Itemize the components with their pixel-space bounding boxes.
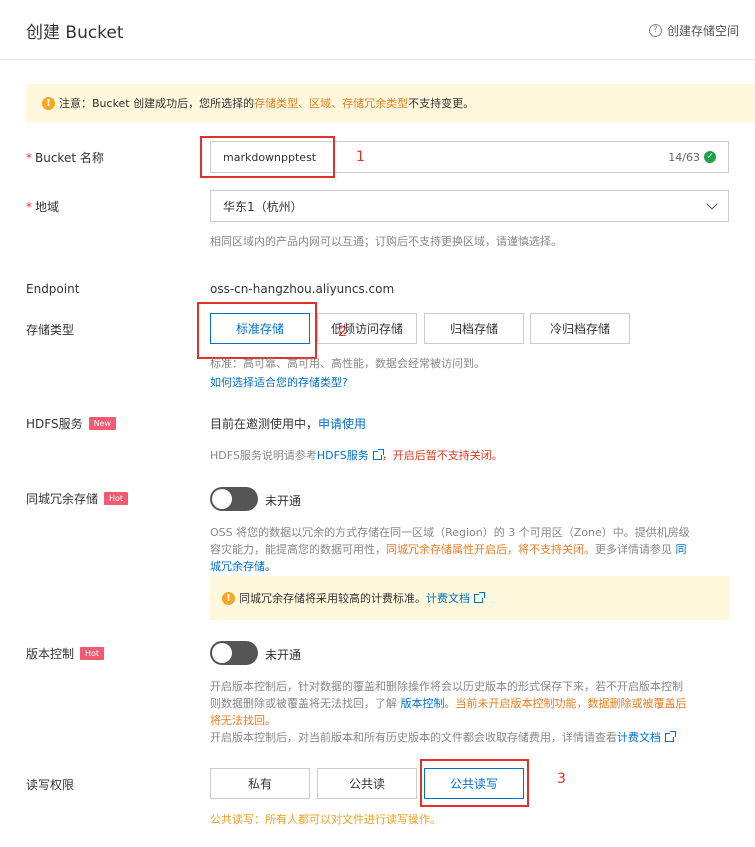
hdfs-doc-link[interactable]: HDFS服务 bbox=[317, 449, 369, 462]
zrs-billing-link[interactable]: 计费文档 bbox=[426, 590, 470, 606]
new-badge: New bbox=[88, 417, 117, 430]
external-link-icon bbox=[372, 449, 384, 460]
storage-option-archive[interactable]: 归档存储 bbox=[424, 313, 524, 344]
notice-highlight-storage-type: 存储类型 bbox=[254, 97, 299, 110]
toggle-knob bbox=[212, 489, 232, 509]
endpoint-label: Endpoint bbox=[26, 282, 80, 296]
zrs-billing-notice: ! 同城冗余存储将采用较高的计费标准。 计费文档 bbox=[210, 576, 729, 620]
hot-badge: Hot bbox=[104, 492, 129, 505]
zrs-label-row: 同城冗余存储 Hot bbox=[26, 490, 129, 507]
bucket-name-label: * Bucket 名称 bbox=[26, 151, 104, 165]
acl-hint: 公共读写：所有人都可以对文件进行读写操作。 bbox=[210, 813, 441, 826]
notice-sep2: 、 bbox=[331, 97, 343, 110]
acl-option-private[interactable]: 私有 bbox=[210, 768, 310, 799]
warning-icon: ! bbox=[42, 96, 55, 110]
zrs-description: OSS 将您的数据以冗余的方式存储在同一区域（Region）的 3 个可用区（Z… bbox=[210, 524, 740, 575]
versioning-label: 版本控制 bbox=[26, 647, 75, 661]
versioning-doc-link[interactable]: 版本控制 bbox=[401, 697, 445, 710]
create-bucket-help-link[interactable]: ? 创建存储空间 bbox=[648, 22, 739, 39]
annotation-number-3: 3 bbox=[557, 771, 566, 787]
hdfs-label: HDFS服务 bbox=[26, 417, 83, 431]
notice-suffix: 不支持变更。 bbox=[408, 97, 475, 110]
region-hint: 相同区域内的产品内网可以互通；订购后不支持更换区域，请谨慎选择。 bbox=[210, 235, 562, 248]
versioning-toggle[interactable] bbox=[210, 641, 258, 665]
zrs-toggle[interactable] bbox=[210, 487, 258, 511]
notice-highlight-redundancy: 存储冗余类型 bbox=[342, 97, 409, 110]
page-title: 创建 Bucket bbox=[26, 23, 124, 43]
acl-label: 读写权限 bbox=[26, 778, 75, 792]
endpoint-value: oss-cn-hangzhou.aliyuncs.com bbox=[210, 282, 395, 296]
notice-banner: ! 注意：Bucket 创建成功后，您所选择的 存储类型 、 区域 、 存储冗余… bbox=[26, 84, 755, 122]
hot-badge: Hot bbox=[80, 647, 105, 660]
external-link-icon bbox=[474, 591, 485, 603]
storage-type-hint: 标准：高可靠、高可用、高性能，数据会经常被访问到。 bbox=[210, 357, 485, 370]
chevron-down-icon bbox=[706, 198, 718, 210]
storage-type-label: 存储类型 bbox=[26, 323, 75, 337]
annotation-box-2 bbox=[197, 302, 317, 359]
toggle-knob bbox=[212, 643, 232, 663]
warning-icon: ! bbox=[222, 591, 235, 605]
check-icon: ✓ bbox=[704, 151, 716, 163]
zrs-toggle-label: 未开通 bbox=[265, 494, 302, 508]
notice-sep1: 、 bbox=[298, 97, 310, 110]
hdfs-status: 目前在邀测使用中，申请使用 bbox=[210, 417, 367, 431]
annotation-box-1 bbox=[200, 136, 335, 178]
region-value: 华东1（杭州） bbox=[223, 199, 303, 214]
help-icon: ? bbox=[648, 24, 662, 37]
hdfs-apply-link[interactable]: 申请使用 bbox=[318, 417, 366, 431]
hdfs-label-row: HDFS服务 New bbox=[26, 415, 117, 432]
external-link-icon bbox=[665, 731, 676, 742]
versioning-billing-link[interactable]: 计费文档 bbox=[617, 731, 661, 744]
annotation-number-1: 1 bbox=[356, 149, 365, 165]
zrs-doc-link[interactable]: 同 bbox=[676, 543, 687, 556]
zrs-label: 同城冗余存储 bbox=[26, 492, 99, 506]
zrs-doc-link-cont[interactable]: 城冗余存储。 bbox=[210, 558, 740, 575]
region-label: * 地域 bbox=[26, 200, 60, 214]
acl-option-public-read[interactable]: 公共读 bbox=[317, 768, 417, 799]
notice-prefix: 注意：Bucket 创建成功后，您所选择的 bbox=[59, 97, 255, 110]
help-link-label: 创建存储空间 bbox=[666, 24, 739, 38]
hdfs-warning: ，开启后暂不支持关闭。 bbox=[381, 449, 503, 462]
storage-option-ia[interactable]: 低频访问存储 bbox=[317, 313, 417, 344]
versioning-description: 开启版本控制后，针对数据的覆盖和删除操作将会以历史版本的形式保存下来，若不开启版… bbox=[210, 680, 687, 744]
bucket-name-count: 14/63 bbox=[668, 150, 700, 164]
annotation-number-2: 2 bbox=[338, 324, 347, 340]
annotation-box-3 bbox=[420, 759, 529, 807]
versioning-toggle-label: 未开通 bbox=[265, 648, 302, 662]
hdfs-desc: HDFS服务说明请参考HDFS服务 ，开启后暂不支持关闭。 bbox=[210, 449, 503, 462]
versioning-label-row: 版本控制 Hot bbox=[26, 645, 105, 662]
storage-type-guide-link[interactable]: 如何选择适合您的存储类型? bbox=[210, 374, 348, 390]
region-select[interactable]: 华东1（杭州） bbox=[210, 190, 729, 222]
storage-option-cold-archive[interactable]: 冷归档存储 bbox=[530, 313, 630, 344]
notice-highlight-region: 区域 bbox=[309, 97, 332, 110]
